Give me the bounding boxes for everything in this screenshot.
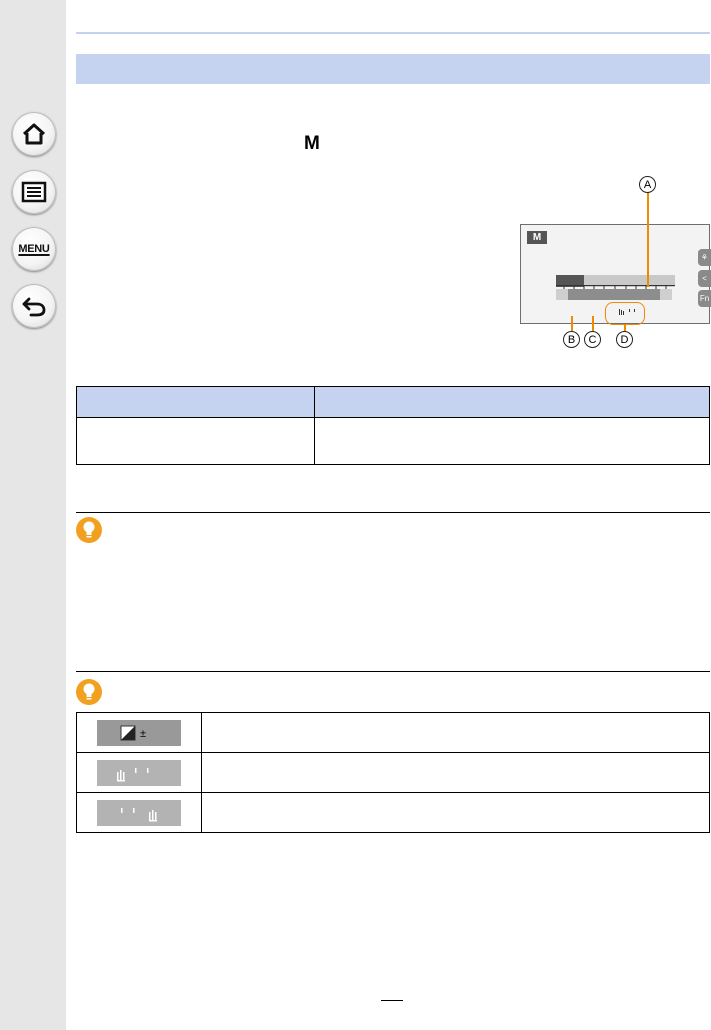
settings-table (76, 386, 710, 465)
list-icon (21, 181, 47, 203)
lightbulb-icon (76, 517, 102, 543)
fn-tab-button: Fn (698, 290, 711, 307)
table-cell (76, 752, 202, 793)
table-cell (201, 752, 710, 793)
table-row: ± (76, 712, 710, 753)
back-arrow-icon (22, 297, 46, 317)
table-row (76, 752, 710, 793)
leader-line-c (592, 316, 594, 331)
contents-button[interactable] (12, 170, 56, 214)
front-dial-icon (97, 759, 181, 786)
dial-guide-right (660, 289, 672, 300)
menu-icon: MENU (18, 243, 50, 255)
callout-d: D (616, 331, 633, 348)
dial-guide-bar (568, 289, 660, 300)
touch-tab-button: ⚘ (698, 249, 711, 266)
dial-guide-left (556, 289, 568, 300)
hint-divider (76, 671, 710, 672)
lightbulb-icon (76, 679, 102, 705)
table-cell: ± (76, 712, 202, 753)
table-cell (76, 417, 315, 465)
svg-text:±: ± (140, 728, 146, 740)
section-title-bar (76, 54, 710, 84)
exposure-compensation-icon: ± (97, 719, 181, 746)
table-header-cell (76, 386, 315, 418)
table-cell (201, 792, 710, 833)
callout-a: A (639, 176, 656, 193)
mode-badge: M (527, 231, 547, 244)
home-icon (22, 123, 46, 145)
dial-icon-highlight-frame (605, 302, 645, 325)
manual-mode-letter: M (304, 133, 320, 154)
leader-line-b (571, 316, 573, 331)
table-cell (314, 417, 710, 465)
table-row (76, 417, 710, 465)
page-number-mark (381, 1000, 403, 1001)
header-rule (76, 32, 710, 34)
table-header-row (76, 386, 710, 418)
table-cell (76, 792, 202, 833)
home-button[interactable] (12, 112, 56, 156)
leader-line-a (647, 192, 649, 287)
back-button[interactable] (12, 284, 56, 328)
callout-b: B (563, 331, 580, 348)
hint-divider (76, 512, 710, 513)
callout-c: C (584, 331, 601, 348)
icon-reference-table: ± (76, 712, 710, 833)
table-header-cell (314, 386, 710, 418)
table-row (76, 792, 710, 833)
menu-button[interactable]: MENU (12, 227, 56, 271)
touch-tab-arrow: < (698, 270, 711, 287)
table-cell (201, 712, 710, 753)
rear-dial-icon (97, 799, 181, 826)
